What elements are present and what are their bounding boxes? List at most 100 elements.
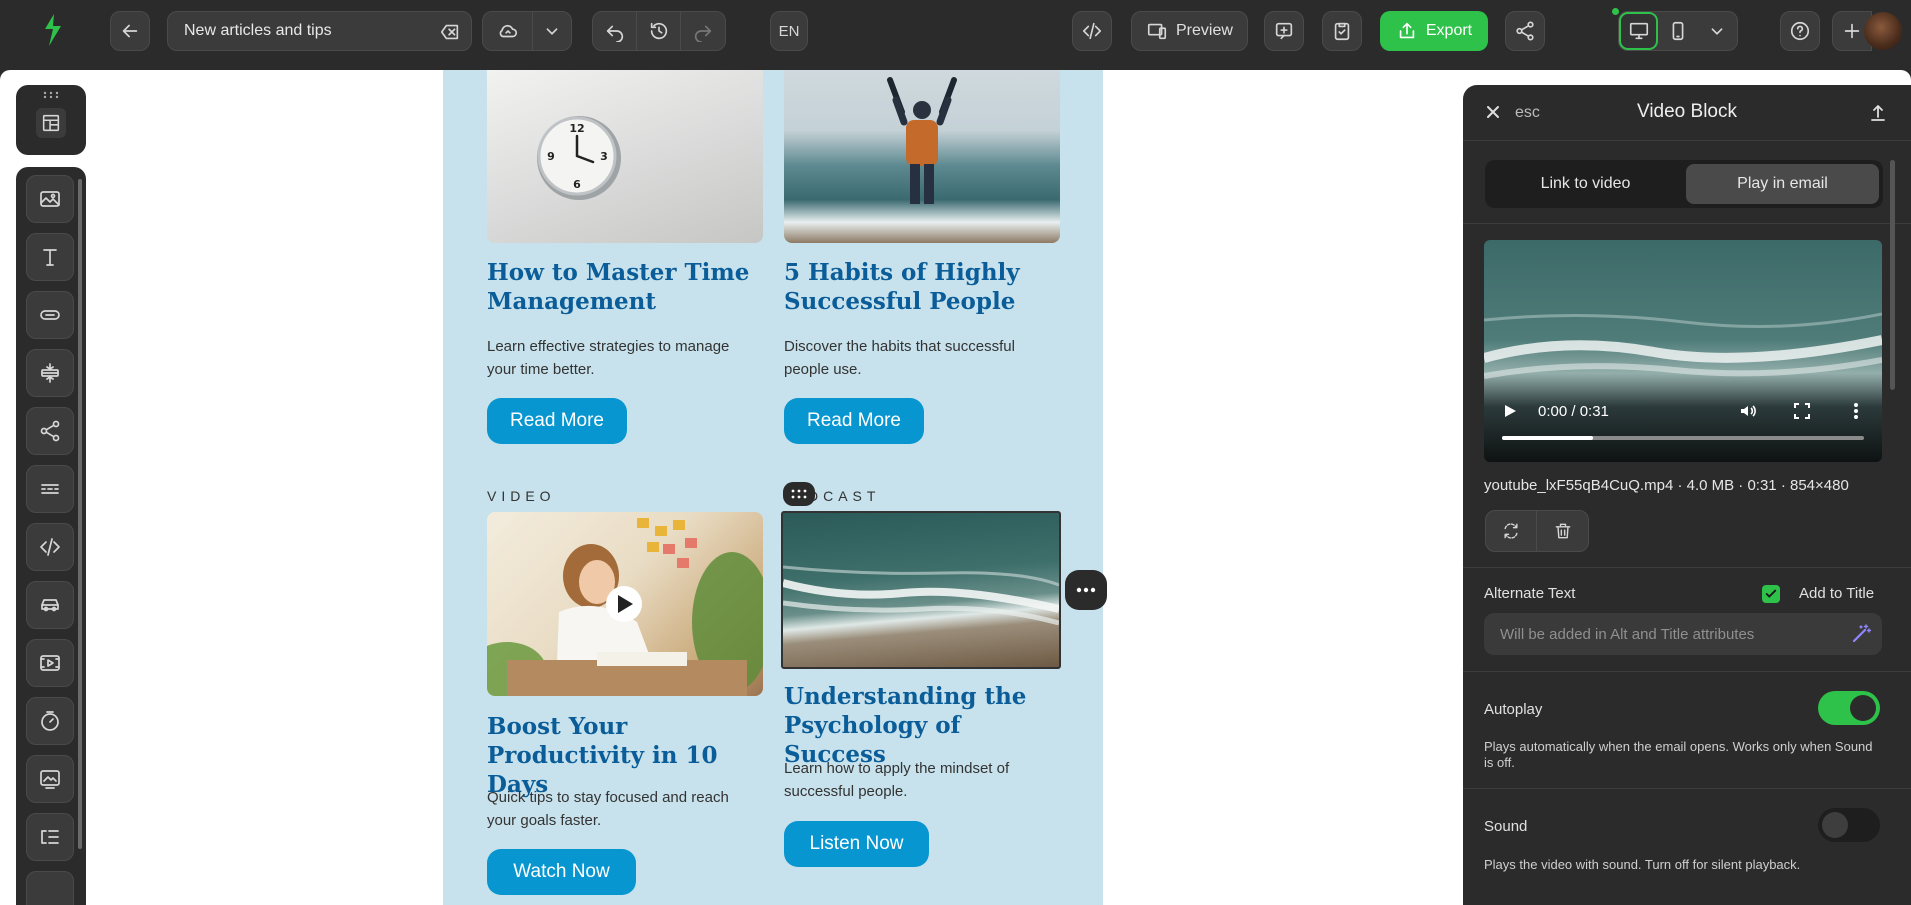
sound-help: Plays the video with sound. Turn off for…	[1484, 857, 1801, 872]
cloud-icon	[499, 24, 517, 38]
video-thumbnail-image[interactable]	[487, 512, 763, 696]
tool-social[interactable]	[26, 407, 74, 455]
share-button[interactable]	[1505, 11, 1545, 51]
video-preview-player[interactable]: 0:00 / 0:31	[1484, 240, 1882, 462]
divider	[1463, 223, 1911, 224]
autoplay-help: Plays automatically when the email opens…	[1484, 739, 1873, 770]
tool-text[interactable]	[26, 233, 74, 281]
card-eyebrow: VIDEO	[487, 488, 556, 504]
delete-video-button[interactable]	[1537, 511, 1588, 551]
code-icon	[1082, 22, 1102, 40]
play-icon[interactable]	[1502, 403, 1518, 419]
svg-text:9: 9	[547, 150, 555, 163]
mobile-icon	[1672, 21, 1684, 41]
card-title: Understanding the Psychology of Success	[784, 683, 1027, 768]
card-title: How to Master Time Management	[487, 259, 750, 315]
listen-now-button[interactable]: Listen Now	[784, 821, 929, 867]
clock-image[interactable]: 12 3 6 9	[487, 70, 763, 243]
divider-icon	[41, 484, 59, 494]
app-logo-icon[interactable]	[38, 12, 68, 48]
tool-timer[interactable]	[26, 697, 74, 745]
add-to-title-label: Add to Title	[1799, 585, 1875, 602]
video-progress-fill	[1502, 436, 1593, 440]
back-button[interactable]	[110, 11, 150, 51]
tab-link-to-video[interactable]: Link to video	[1489, 164, 1682, 204]
toolbar-scrollbar[interactable]	[78, 179, 82, 849]
tool-html[interactable]	[26, 523, 74, 571]
desktop-view-button[interactable]	[1619, 12, 1659, 50]
code-icon	[40, 538, 60, 556]
plus-icon	[1844, 23, 1860, 39]
tool-divider[interactable]	[26, 465, 74, 513]
clipboard-check-icon	[1334, 22, 1350, 41]
block-more-button[interactable]	[1065, 570, 1107, 610]
selected-block-outline	[781, 511, 1061, 669]
tool-image[interactable]	[26, 175, 74, 223]
code-view-button[interactable]	[1072, 11, 1112, 51]
man-ocean-image[interactable]	[784, 70, 1060, 243]
alt-text-label: Alternate Text	[1484, 585, 1576, 602]
checklist-button[interactable]	[1322, 11, 1362, 51]
redo-button[interactable]	[681, 12, 725, 50]
fullscreen-icon[interactable]	[1793, 402, 1811, 420]
video-icon	[40, 655, 60, 671]
tool-video[interactable]	[26, 639, 74, 687]
read-more-button[interactable]: Read More	[487, 398, 627, 444]
chevron-down-icon	[1711, 28, 1723, 35]
export-arrow-icon[interactable]	[1867, 101, 1889, 123]
clear-title-icon[interactable]	[439, 21, 461, 43]
add-comment-button[interactable]	[1264, 11, 1304, 51]
add-to-title-checkbox[interactable]	[1762, 585, 1780, 603]
cloud-save-button[interactable]	[483, 12, 533, 50]
card-text: Learn how to apply the mindset of succes…	[784, 760, 1010, 800]
checkmark-icon	[1765, 589, 1777, 598]
alt-text-placeholder: Will be added in Alt and Title attribute…	[1500, 625, 1755, 643]
export-icon	[1399, 22, 1415, 39]
video-file-meta: youtube_lxF55qB4CuQ.mp4 · 4.0 MB · 0:31 …	[1484, 477, 1849, 494]
preview-button[interactable]: Preview	[1131, 11, 1248, 51]
undo-button[interactable]	[593, 12, 637, 50]
autoplay-toggle[interactable]	[1818, 691, 1880, 725]
cloud-menu-button[interactable]	[533, 12, 571, 50]
tool-menu[interactable]	[26, 813, 74, 861]
tool-more[interactable]	[26, 871, 74, 905]
export-button[interactable]: Export	[1380, 11, 1488, 51]
alt-text-input[interactable]: Will be added in Alt and Title attribute…	[1484, 613, 1882, 655]
timer-icon	[41, 711, 59, 731]
status-dot	[1612, 8, 1619, 15]
document-title-input[interactable]: New articles and tips	[167, 11, 472, 51]
device-menu-button[interactable]	[1698, 12, 1737, 50]
redo-icon	[694, 25, 712, 42]
undo-icon	[606, 25, 623, 42]
user-avatar[interactable]	[1864, 12, 1902, 50]
help-button[interactable]	[1780, 11, 1820, 51]
watch-now-button[interactable]: Watch Now	[487, 849, 636, 895]
tab-play-in-email[interactable]: Play in email	[1686, 164, 1879, 204]
language-button[interactable]: EN	[770, 11, 808, 51]
volume-icon[interactable]	[1738, 401, 1758, 421]
arrow-left-icon	[122, 24, 138, 38]
magic-wand-icon[interactable]	[1850, 623, 1872, 645]
replace-video-button[interactable]	[1486, 511, 1537, 551]
video-block-settings-panel: esc Video Block Link to video Play in em…	[1463, 85, 1911, 905]
svg-text:12: 12	[569, 122, 584, 135]
autoplay-label: Autoplay	[1484, 701, 1543, 718]
help-icon	[1790, 21, 1810, 41]
tool-button[interactable]	[26, 291, 74, 339]
panel-scrollbar[interactable]	[1890, 160, 1895, 390]
device-toggle-group	[1618, 11, 1738, 51]
drag-handle-icon[interactable]	[42, 91, 60, 99]
history-group	[592, 11, 726, 51]
tool-spacer[interactable]	[26, 349, 74, 397]
tool-banner[interactable]	[26, 581, 74, 629]
more-vertical-icon[interactable]	[1853, 402, 1859, 420]
mobile-view-button[interactable]	[1658, 12, 1697, 50]
block-drag-handle[interactable]	[783, 482, 815, 506]
tool-image-card[interactable]	[26, 755, 74, 803]
list-icon	[41, 830, 59, 844]
divider	[1463, 671, 1911, 672]
read-more-button[interactable]: Read More	[784, 398, 924, 444]
sound-toggle[interactable]	[1818, 808, 1880, 842]
version-history-button[interactable]	[637, 12, 681, 50]
structure-layout-icon[interactable]	[36, 108, 66, 138]
